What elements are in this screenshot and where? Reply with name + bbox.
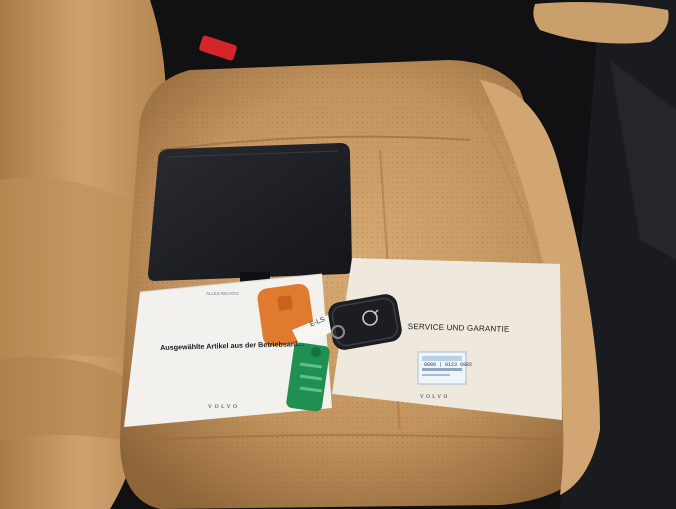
booklet-right-brand: VOLVO [420,394,450,400]
booklet-left-brand: VOLVO [208,404,240,410]
sticker-code: 0000 | 0123 6002 [424,362,473,368]
booklet-left-header: ALLES RICHTIG [206,291,239,296]
photo-illustration [0,0,676,509]
car-seat-photo: ALLES RICHTIG Ausgewählte Artikel aus de… [0,0,676,509]
owners-portfolio [148,143,352,286]
